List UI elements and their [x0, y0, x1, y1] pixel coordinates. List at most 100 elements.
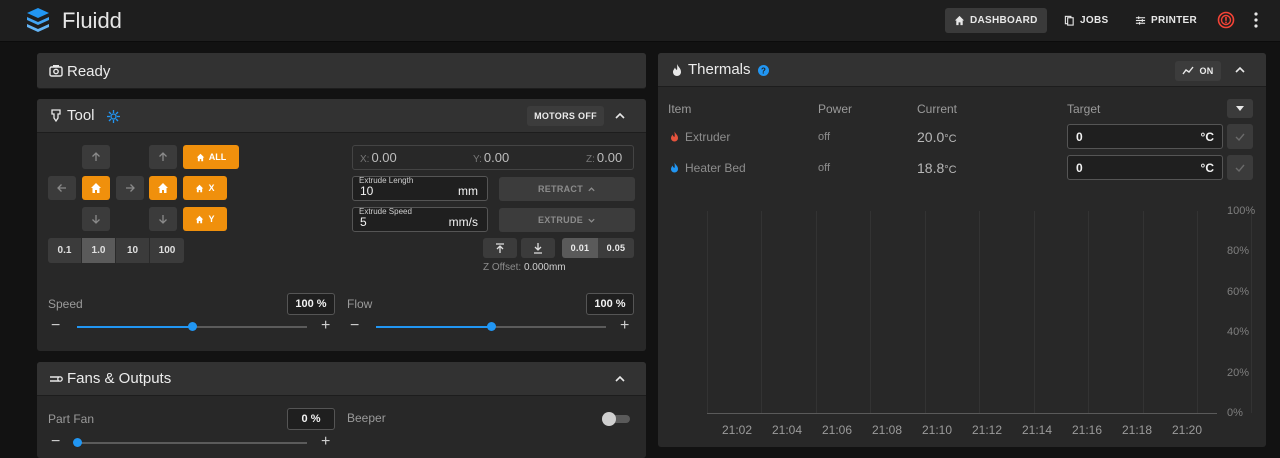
extrude-length-field[interactable]: Extrude Length 10 mm — [352, 176, 488, 201]
extruder-current-value: 20.0 — [917, 129, 945, 145]
arrow-collapse-up-icon — [496, 243, 504, 253]
jog-z-down-button[interactable] — [149, 207, 177, 231]
extruder-target-input[interactable]: 0 °C — [1067, 124, 1223, 149]
home-icon — [158, 183, 168, 193]
chevron-up-icon[interactable] — [614, 373, 626, 385]
extrude-button[interactable]: EXTRUDE — [499, 208, 635, 232]
speed-decrease-button[interactable]: − — [51, 318, 60, 334]
chart-x-tick-label: 21:02 — [722, 423, 753, 437]
step-option-0-1[interactable]: 0.1 — [48, 238, 82, 263]
jog-x-minus-button[interactable] — [48, 176, 76, 200]
part-fan-input[interactable]: 0 % — [287, 408, 335, 430]
flow-input[interactable]: 100 % — [586, 293, 634, 315]
z-offset-label: Z Offset: — [483, 262, 522, 273]
arrow-left-icon — [57, 184, 66, 192]
z-offset-down-button[interactable] — [521, 238, 555, 258]
home-icon — [196, 184, 204, 192]
step-option-10[interactable]: 10 — [116, 238, 150, 263]
part-fan-slider-thumb[interactable] — [72, 438, 82, 447]
retract-button[interactable]: RETRACT — [499, 177, 635, 201]
chart-x-tick-label: 21:14 — [1022, 423, 1053, 437]
z-step-0-01[interactable]: 0.01 — [562, 238, 598, 258]
chart-x-tick-label: 21:18 — [1122, 423, 1153, 437]
home-icon — [196, 153, 204, 161]
part-fan-slider-track[interactable] — [77, 442, 307, 444]
z-position-value: 0.00 — [596, 150, 623, 165]
help-icon[interactable]: ? — [758, 65, 769, 76]
heater-bed-apply-button[interactable] — [1227, 155, 1253, 180]
beeper-toggle-knob[interactable] — [602, 412, 616, 426]
extruder-apply-button[interactable] — [1227, 124, 1253, 149]
arrow-up-icon — [159, 152, 167, 161]
nav-dashboard-button[interactable]: DASHBOARD — [945, 8, 1047, 33]
home-y-button[interactable]: Y — [183, 207, 227, 231]
app-title[interactable]: Fluidd — [62, 8, 122, 34]
chart-grid-line — [761, 211, 763, 413]
nav-printer-button[interactable]: PRINTER — [1126, 8, 1206, 33]
col-target-header: Target — [1067, 102, 1101, 116]
y-position: Y: 0.00 — [473, 150, 509, 165]
speed-input[interactable]: 100 % — [287, 293, 335, 315]
home-xy-button[interactable] — [82, 176, 110, 200]
chart-y-tick-label: 20% — [1227, 366, 1250, 379]
beeper-label: Beeper — [347, 411, 386, 425]
heater-bed-current: 18.8°C — [917, 160, 957, 176]
chart-y-tick-label: 80% — [1227, 245, 1250, 258]
col-power-header: Power — [818, 102, 853, 116]
home-y-label: Y — [208, 214, 215, 224]
z-offset-readout: Z Offset: 0.000mm — [483, 262, 566, 273]
home-all-button[interactable]: ALL — [183, 145, 239, 169]
thermals-title: Thermals — [688, 61, 751, 78]
speed-slider-thumb[interactable] — [187, 322, 197, 331]
chart-y-tick-label: 100% — [1227, 205, 1256, 217]
more-menu-icon[interactable] — [1254, 12, 1258, 28]
jog-y-plus-button[interactable] — [82, 145, 110, 169]
emergency-stop-icon[interactable] — [1217, 11, 1235, 29]
jog-x-plus-button[interactable] — [116, 176, 144, 200]
thermals-menu-button[interactable] — [1227, 99, 1253, 118]
position-readout: X: 0.00 Y: 0.00 Z: 0.00 — [352, 145, 634, 170]
heater-bed-power: off — [818, 162, 831, 174]
home-z-button[interactable] — [149, 176, 177, 200]
z-position: Z: 0.00 — [586, 150, 622, 165]
jog-y-minus-button[interactable] — [82, 207, 110, 231]
arrow-collapse-down-icon — [534, 243, 542, 254]
heater-bed-target-input[interactable]: 0 °C — [1067, 155, 1223, 180]
extrude-length-value: 10 — [360, 184, 374, 198]
part-fan-increase-button[interactable]: + — [321, 434, 330, 450]
fluidd-logo-icon[interactable] — [26, 7, 50, 33]
z-offset-up-button[interactable] — [483, 238, 517, 258]
nav-jobs-button[interactable]: JOBS — [1055, 8, 1117, 33]
extruder-icon — [51, 109, 61, 123]
col-item-header: Item — [668, 102, 692, 116]
chart-grid-line — [1088, 211, 1090, 413]
chart-grid-line — [1197, 211, 1198, 413]
printer-status-icon — [49, 65, 63, 77]
chevron-up-icon[interactable] — [1234, 64, 1246, 76]
chart-toggle-button[interactable]: ON — [1175, 61, 1221, 81]
y-position-value: 0.00 — [483, 150, 510, 165]
chart-x-tick-label: 21:10 — [922, 423, 953, 437]
arrow-up-icon — [92, 152, 100, 161]
jog-z-up-button[interactable] — [149, 145, 177, 169]
chart-y-tick-label: 0% — [1227, 407, 1243, 419]
part-fan-decrease-button[interactable]: − — [51, 434, 60, 450]
chart-grid-line — [707, 211, 708, 413]
extruder-flame-icon — [671, 131, 678, 142]
flow-slider-thumb[interactable] — [486, 322, 496, 331]
extrude-speed-value: 5 — [360, 215, 367, 229]
home-x-button[interactable]: X — [183, 176, 227, 200]
home-icon — [196, 215, 204, 223]
chevron-up-icon[interactable] — [614, 110, 626, 122]
status-card-header: Ready — [37, 53, 646, 89]
z-step-0-05[interactable]: 0.05 — [598, 238, 634, 258]
step-option-1-0[interactable]: 1.0 — [82, 238, 116, 263]
step-option-100[interactable]: 100 — [150, 238, 184, 263]
speed-increase-button[interactable]: + — [321, 318, 330, 334]
extrude-speed-field[interactable]: Extrude Speed 5 mm/s — [352, 207, 488, 232]
flow-increase-button[interactable]: + — [620, 318, 629, 334]
arrow-down-icon — [92, 215, 100, 224]
flow-decrease-button[interactable]: − — [350, 318, 359, 334]
motors-off-button[interactable]: MOTORS OFF — [527, 106, 604, 126]
chart-x-tick-label: 21:12 — [972, 423, 1003, 437]
